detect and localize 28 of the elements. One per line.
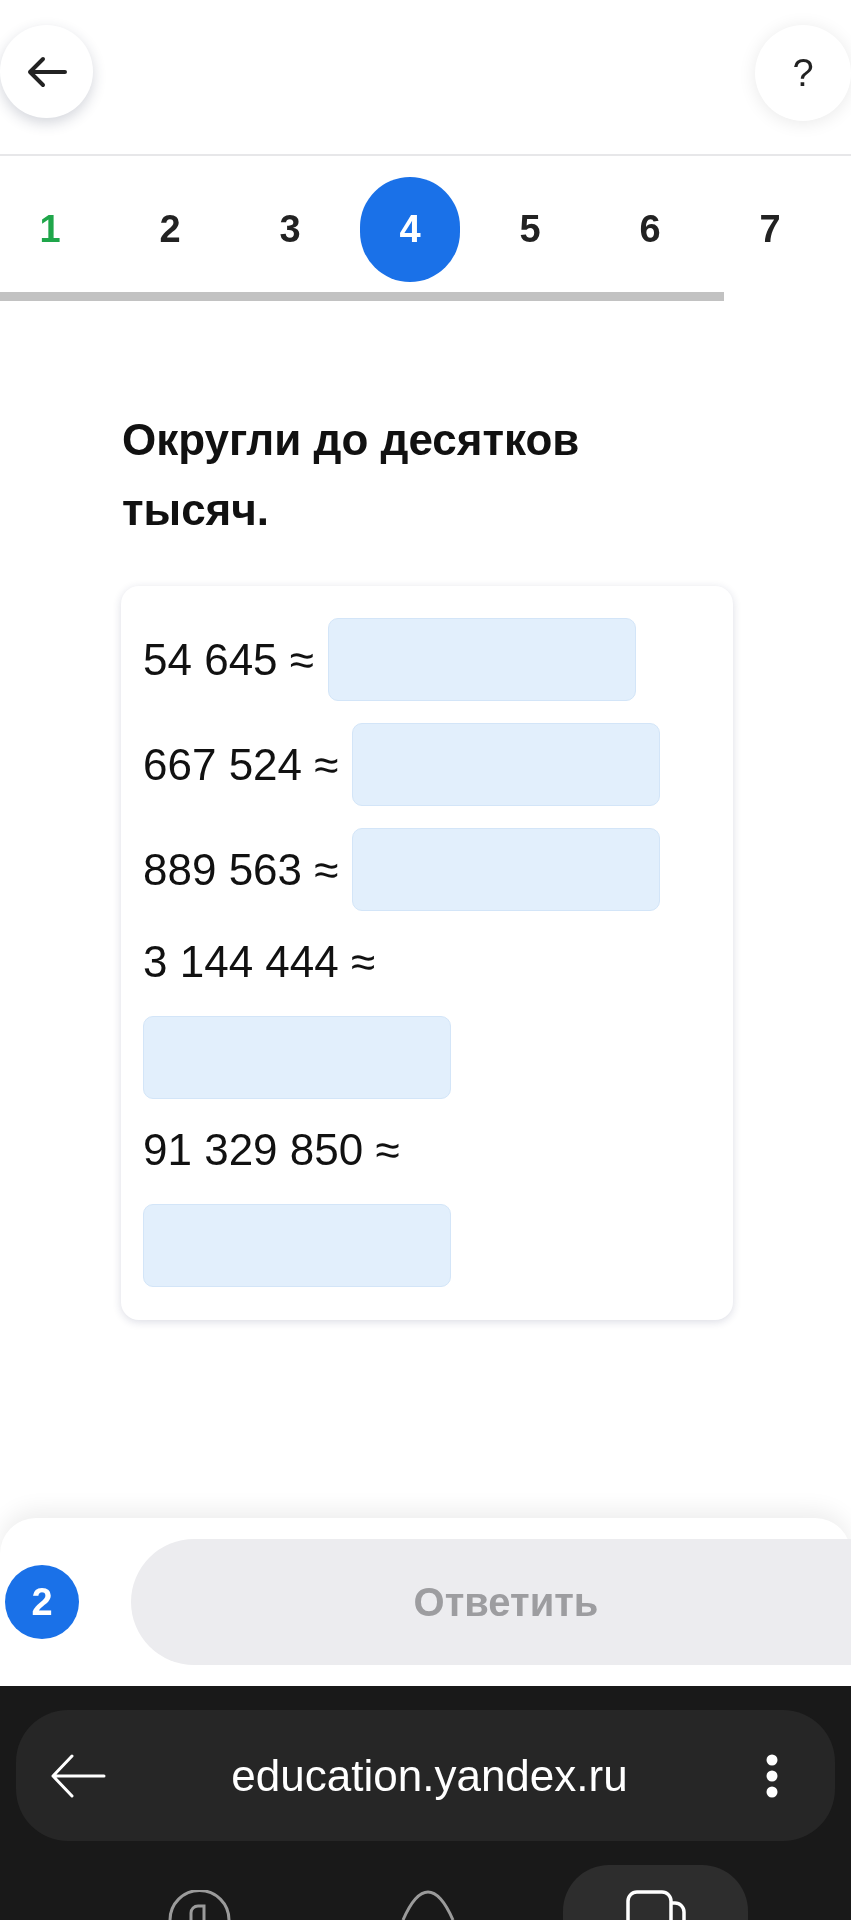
back-button[interactable] — [0, 25, 93, 118]
answer-field[interactable] — [352, 723, 661, 806]
task-title: Округли до десятков тысяч. — [121, 414, 581, 536]
url-text: education.yandex.ru — [230, 1750, 629, 1801]
question-tab[interactable]: 6 — [600, 177, 700, 282]
left-arrow-icon — [26, 55, 67, 88]
answer-field[interactable] — [143, 1016, 451, 1099]
address-bar[interactable]: education.yandex.ru — [16, 1710, 835, 1841]
more-menu-icon[interactable] — [765, 1753, 779, 1798]
help-button[interactable]: ? — [755, 25, 851, 121]
nav-button[interactable] — [168, 1890, 231, 1920]
question-tab[interactable]: 2 — [120, 177, 220, 282]
question-tab[interactable]: 3 — [240, 177, 340, 282]
expression-text: 54 645 ≈ — [143, 633, 314, 686]
expression-text: 889 563 ≈ — [143, 843, 339, 896]
question-tab[interactable]: 5 — [480, 177, 580, 282]
question-tab[interactable]: 4 — [360, 177, 460, 282]
tabs-icon — [624, 1890, 687, 1920]
expression-text: 3 144 444 ≈ — [143, 936, 376, 988]
answer-field[interactable] — [143, 1204, 451, 1287]
back-arrow-icon[interactable] — [50, 1753, 106, 1798]
circle-logo-icon — [168, 1890, 231, 1920]
question-tab[interactable]: 7 — [720, 177, 820, 282]
counter-badge: 2 — [5, 1565, 79, 1639]
expression-text: 667 524 ≈ — [143, 738, 339, 791]
answer-field[interactable] — [352, 828, 661, 911]
expression-text: 91 329 850 ≈ — [143, 1124, 400, 1176]
answer-field[interactable] — [327, 618, 636, 701]
